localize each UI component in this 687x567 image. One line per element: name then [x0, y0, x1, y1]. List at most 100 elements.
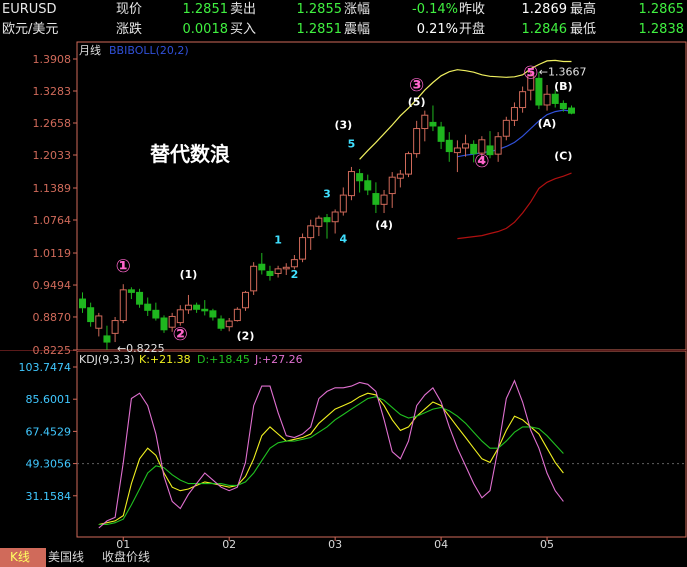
candle-body	[119, 289, 127, 322]
candle-body	[217, 318, 225, 329]
candle-body	[559, 102, 567, 110]
wave-label: (C)	[554, 149, 572, 162]
candle-body	[551, 93, 559, 104]
x-tick-label: 02	[222, 538, 236, 548]
x-tick-label: 01	[116, 538, 130, 548]
candle-body	[429, 121, 437, 127]
candle-body	[225, 320, 233, 328]
low-value: 1.2838	[638, 22, 685, 37]
kdj-y-tick-label: 31.1584	[26, 490, 72, 503]
candle-body	[136, 291, 144, 305]
candle-body	[176, 309, 184, 324]
wave-label: 5	[348, 137, 356, 150]
price-y-tick-label: 1.0764	[33, 214, 72, 227]
change-label: 涨跌	[116, 22, 143, 37]
wave-label: ①	[116, 256, 131, 277]
wave-label: 3	[323, 188, 331, 201]
candle-body	[266, 270, 274, 276]
candle-body	[388, 176, 396, 195]
price-y-tick-label: 0.8870	[33, 311, 72, 324]
candle-body	[79, 298, 86, 309]
wave-label: 2	[291, 268, 299, 281]
candle-body	[193, 304, 201, 310]
x-tick-label: 04	[434, 538, 448, 548]
kdj-legend-j: J:+27.26	[254, 353, 303, 366]
wave-label: (3)	[334, 119, 352, 132]
low-price-label: ←0.8225	[117, 342, 165, 355]
change-pct-value: -0.14%	[412, 2, 458, 17]
low-label: 最低	[570, 22, 597, 37]
tab-ohlc[interactable]: 美国线	[48, 548, 84, 567]
wave-label: (2)	[237, 330, 255, 343]
high-label: 最高	[570, 2, 597, 17]
candle-body	[144, 303, 152, 311]
quote-header: EURUSD 现价 1.2851 卖出 1.2855 涨幅 -0.14% 昨收 …	[0, 0, 687, 40]
kdj-y-tick-label: 85.6001	[26, 393, 72, 406]
period-label: 月线	[79, 43, 101, 57]
chart-title: 替代数浪	[150, 142, 230, 166]
candle-body	[111, 320, 119, 334]
tab-close-line[interactable]: 收盘价线	[102, 548, 150, 567]
price-y-tick-label: 0.8225	[33, 344, 72, 357]
quote-row-1: EURUSD 现价 1.2851 卖出 1.2855 涨幅 -0.14% 昨收 …	[0, 0, 687, 20]
buy-value: 1.2851	[296, 22, 343, 37]
candle-body	[519, 91, 527, 109]
candle-body	[299, 237, 307, 260]
candle-body	[339, 194, 347, 213]
kdj-panel-frame	[76, 350, 687, 538]
open-label: 开盘	[459, 22, 486, 37]
price-y-tick-label: 1.1389	[33, 182, 72, 195]
price-y-tick-label: 0.9494	[33, 279, 72, 292]
candle-body	[372, 193, 380, 205]
wave-label: (1)	[180, 268, 198, 281]
candle-body	[543, 93, 551, 106]
candle-body	[347, 171, 355, 197]
price-value: 1.2851	[182, 2, 229, 17]
kdj-j-line	[98, 379, 564, 529]
high-value: 1.2865	[638, 2, 685, 17]
candle-body	[331, 211, 339, 223]
x-tick-label: 03	[328, 538, 342, 548]
bottom-tab-bar: K线 美国线 收盘价线	[0, 548, 687, 567]
candle-body	[421, 114, 429, 130]
candle-body	[290, 259, 298, 268]
candle-body	[315, 217, 323, 227]
sell-label: 卖出	[230, 2, 257, 17]
candle-body	[95, 315, 103, 329]
candle-body	[494, 136, 502, 155]
chart-area[interactable]: 1.3908 1.3283 1.2658 1.2033 1.1389 1.0764 1.01…	[0, 40, 687, 548]
price-y-tick-label: 1.0119	[33, 247, 72, 260]
wave-label: 1	[274, 234, 282, 247]
wave-label: (5)	[408, 95, 426, 108]
change-pct-label: 涨幅	[344, 2, 371, 17]
candle-body	[160, 317, 168, 331]
candle-body	[445, 139, 453, 153]
candle-body	[437, 126, 445, 142]
candle-body	[127, 289, 135, 293]
x-tick-label: 05	[540, 538, 554, 548]
symbol: EURUSD	[2, 2, 57, 17]
candle-body	[258, 263, 266, 271]
candle-body	[250, 265, 258, 292]
candle-body	[209, 310, 217, 318]
candle-body	[405, 153, 412, 175]
tab-kline[interactable]: K线	[0, 548, 46, 567]
candle-body	[510, 107, 518, 121]
candle-body	[453, 147, 461, 154]
candle-body	[380, 194, 388, 205]
candle-body	[184, 304, 192, 311]
candle-body	[274, 268, 282, 274]
candle-body	[364, 180, 372, 191]
candle-body	[282, 266, 290, 270]
candle-body	[87, 307, 95, 323]
wave-label: ③	[409, 75, 424, 96]
candle-body	[396, 173, 404, 179]
kdj-k-line	[98, 392, 564, 526]
quote-row-2: 欧元/美元 涨跌 0.0018 买入 1.2851 震幅 0.21% 开盘 1.…	[0, 20, 687, 40]
boll-lower-line	[457, 172, 572, 240]
open-value: 1.2846	[521, 22, 568, 37]
price-y-tick-label: 1.3908	[33, 53, 72, 66]
prev-close-label: 昨收	[459, 2, 486, 17]
wave-label: 4	[339, 233, 347, 246]
prev-close-value: 1.2869	[521, 2, 568, 17]
